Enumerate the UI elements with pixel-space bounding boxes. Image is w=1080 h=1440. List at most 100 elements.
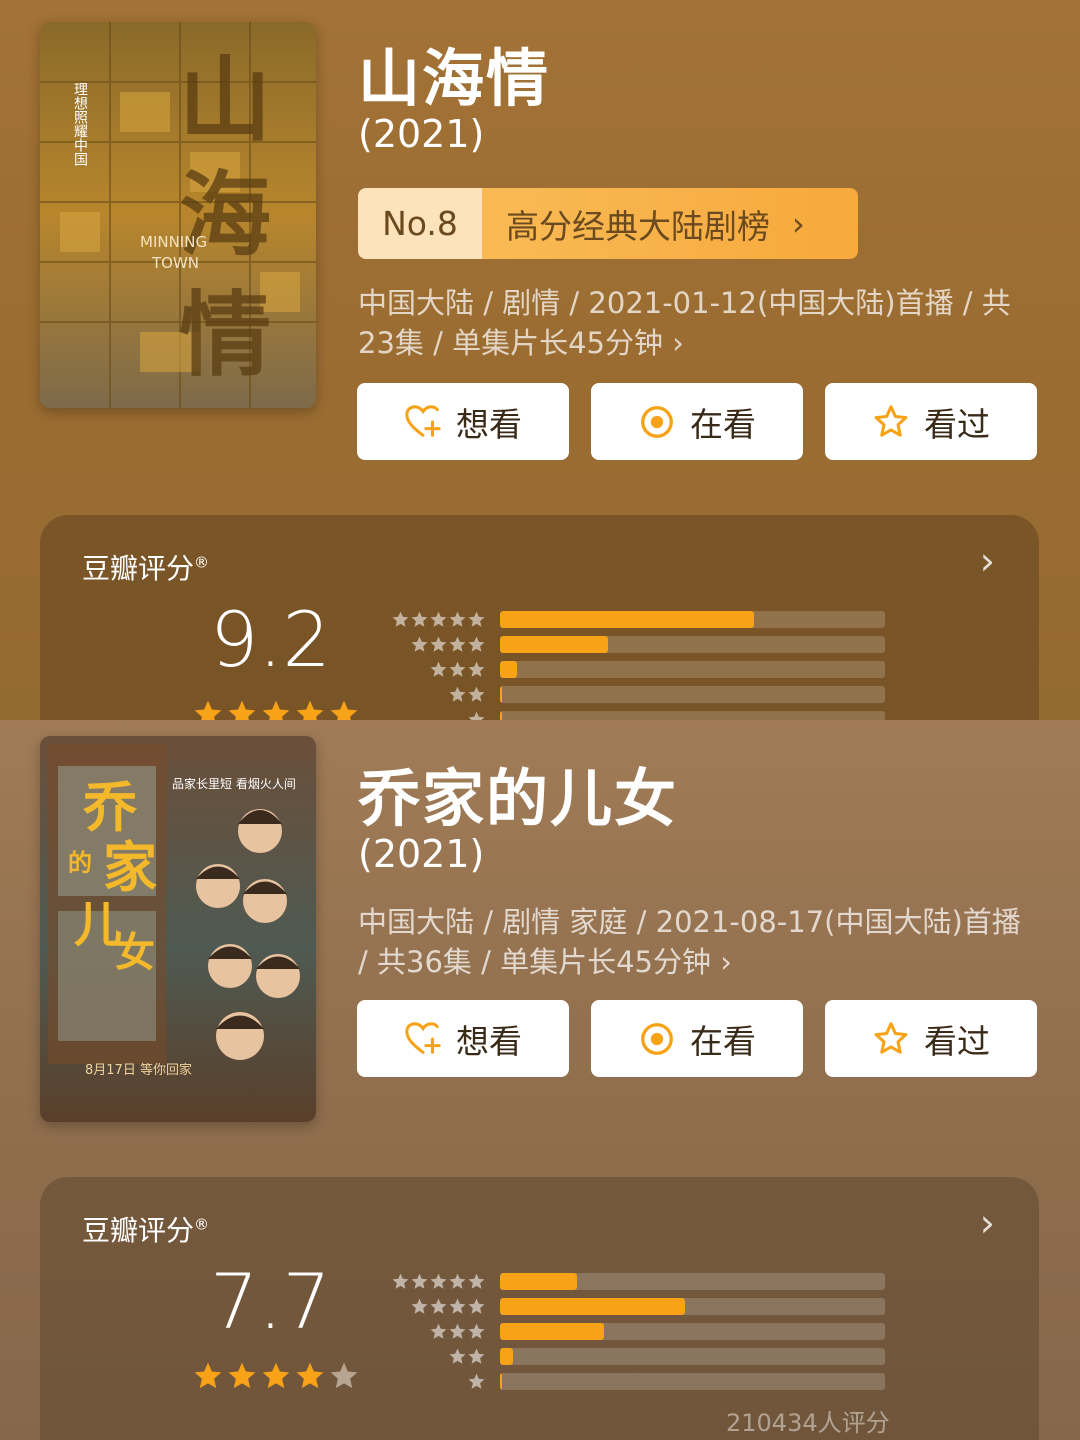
star-icon [468,1273,485,1289]
rating-row-stars [390,685,486,704]
star-filled-icon [330,700,358,720]
poster-artwork: 山 海 情 理想照耀中国 MINNING TOWN [40,22,316,408]
star-icon [430,1323,447,1339]
rating-row-stars [390,1347,486,1366]
want-label: 想看 [456,1021,522,1061]
rating-bar-track [500,1373,885,1390]
want-to-watch-button[interactable]: 想看 [357,1000,569,1077]
ranking-badge[interactable]: No.8 高分经典大陆剧榜 › [358,188,858,259]
rating-bar-track [500,1273,885,1290]
want-to-watch-button[interactable]: 想看 [357,383,569,460]
poster-glyph-2: 海 [179,161,271,269]
show-card-shanhaiqing: 山 海 情 理想照耀中国 MINNING TOWN 山海情 (2021) No.… [0,0,1080,720]
watched-button[interactable]: 看过 [825,1000,1037,1077]
star-icon [468,686,485,702]
star-outline-icon [874,1021,908,1054]
show-card-qiaojia: 乔 的 家 儿 女 品家长里短 看烟火人间 8月17日 等你回家 乔家的儿女 (… [0,720,1080,1440]
star-icon [468,636,485,652]
poster-image[interactable]: 乔 的 家 儿 女 品家长里短 看烟火人间 8月17日 等你回家 [40,736,316,1122]
star-icon [468,1323,485,1339]
poster-glyph-3: 情 [179,281,271,389]
watching-button[interactable]: 在看 [591,1000,803,1077]
chevron-right-icon[interactable]: › [980,539,995,583]
star-icon [411,636,428,652]
watching-button[interactable]: 在看 [591,383,803,460]
rating-bar-fill [500,661,518,678]
rating-label-text: 豆瓣评分 [82,552,195,585]
poster-image[interactable]: 山 海 情 理想照耀中国 MINNING TOWN [40,22,316,408]
star-icon [468,1298,485,1314]
registered-mark: ® [194,553,210,572]
star-icon [392,611,409,627]
rating-row-2-star [390,1344,890,1369]
poster-glyph-2: 的 [68,848,92,877]
rank-list-label: 高分经典大陆剧榜 [506,206,770,246]
star-icon [449,1298,466,1314]
rating-row-4-star [390,1294,890,1319]
poster-english: MINNING [140,233,207,251]
star-filled-icon [228,700,256,720]
star-icon [449,1323,466,1339]
star-icon [392,1273,409,1289]
score-stars [192,1360,360,1392]
star-filled-icon [262,1362,290,1389]
star-icon [411,611,428,627]
target-icon [641,1022,673,1055]
douban-rating-card[interactable]: 豆瓣评分® › 7.7 210434人评分 [40,1177,1039,1440]
star-filled-icon [194,1362,222,1389]
rating-bar-fill [500,611,755,628]
star-empty-icon [330,1362,358,1389]
star-icon [468,1373,485,1389]
rating-row-5-star [390,607,890,632]
score-stars [192,698,360,720]
rating-row-stars [390,710,486,720]
poster-artwork: 乔 的 家 儿 女 品家长里短 看烟火人间 8月17日 等你回家 [40,736,316,1122]
star-filled-icon [296,700,324,720]
rating-bar-fill [500,1373,503,1390]
show-meta-info[interactable]: 中国大陆 / 剧情 / 2021-01-12(中国大陆)首播 / 共23集 / … [358,283,1038,363]
rating-bar-fill [500,1273,577,1290]
star-filled-icon [194,700,222,720]
rating-label: 豆瓣评分® [82,1209,209,1249]
rank-number: No.8 [358,188,482,259]
star-icon [411,1298,428,1314]
star-icon [430,1273,447,1289]
star-filled-icon [296,1362,324,1389]
chevron-right-icon[interactable]: › [980,1201,995,1245]
poster-glyph-1: 山 [179,46,271,154]
poster-english-2: TOWN [151,254,199,272]
rating-bar-fill [500,711,502,720]
rating-label-text: 豆瓣评分 [82,1214,195,1247]
star-icon [468,711,485,720]
poster-glyph-3: 家 [103,835,157,899]
rating-row-stars [390,635,486,654]
heart-plus-icon [405,1021,441,1054]
rating-row-stars [390,660,486,679]
star-icon [411,1273,428,1289]
rating-row-stars [390,610,486,629]
rating-row-2-star [390,682,890,707]
rating-label: 豆瓣评分® [82,547,209,587]
rating-count: 210434人评分 [726,1409,890,1437]
star-icon [449,1273,466,1289]
rating-row-3-star [390,1319,890,1344]
rating-row-1-star [390,1369,890,1394]
star-icon [430,611,447,627]
registered-mark: ® [194,1215,210,1234]
watched-label: 看过 [924,1021,990,1061]
show-year: (2021) [358,832,485,876]
rating-row-stars [390,1272,486,1291]
star-icon [449,636,466,652]
star-icon [468,1348,485,1364]
target-icon [641,405,673,438]
show-meta-info[interactable]: 中国大陆 / 剧情 家庭 / 2021-08-17(中国大陆)首播 / 共36集… [358,902,1038,982]
star-outline-icon [874,404,908,437]
rating-row-3-star [390,657,890,682]
rating-bar-track [500,1298,885,1315]
rating-bar-fill [500,1323,604,1340]
watched-button[interactable]: 看过 [825,383,1037,460]
heart-plus-icon [405,404,441,437]
douban-rating-card[interactable]: 豆瓣评分® › 9.2 [40,515,1039,720]
star-icon [468,611,485,627]
rating-bar-track [500,1348,885,1365]
